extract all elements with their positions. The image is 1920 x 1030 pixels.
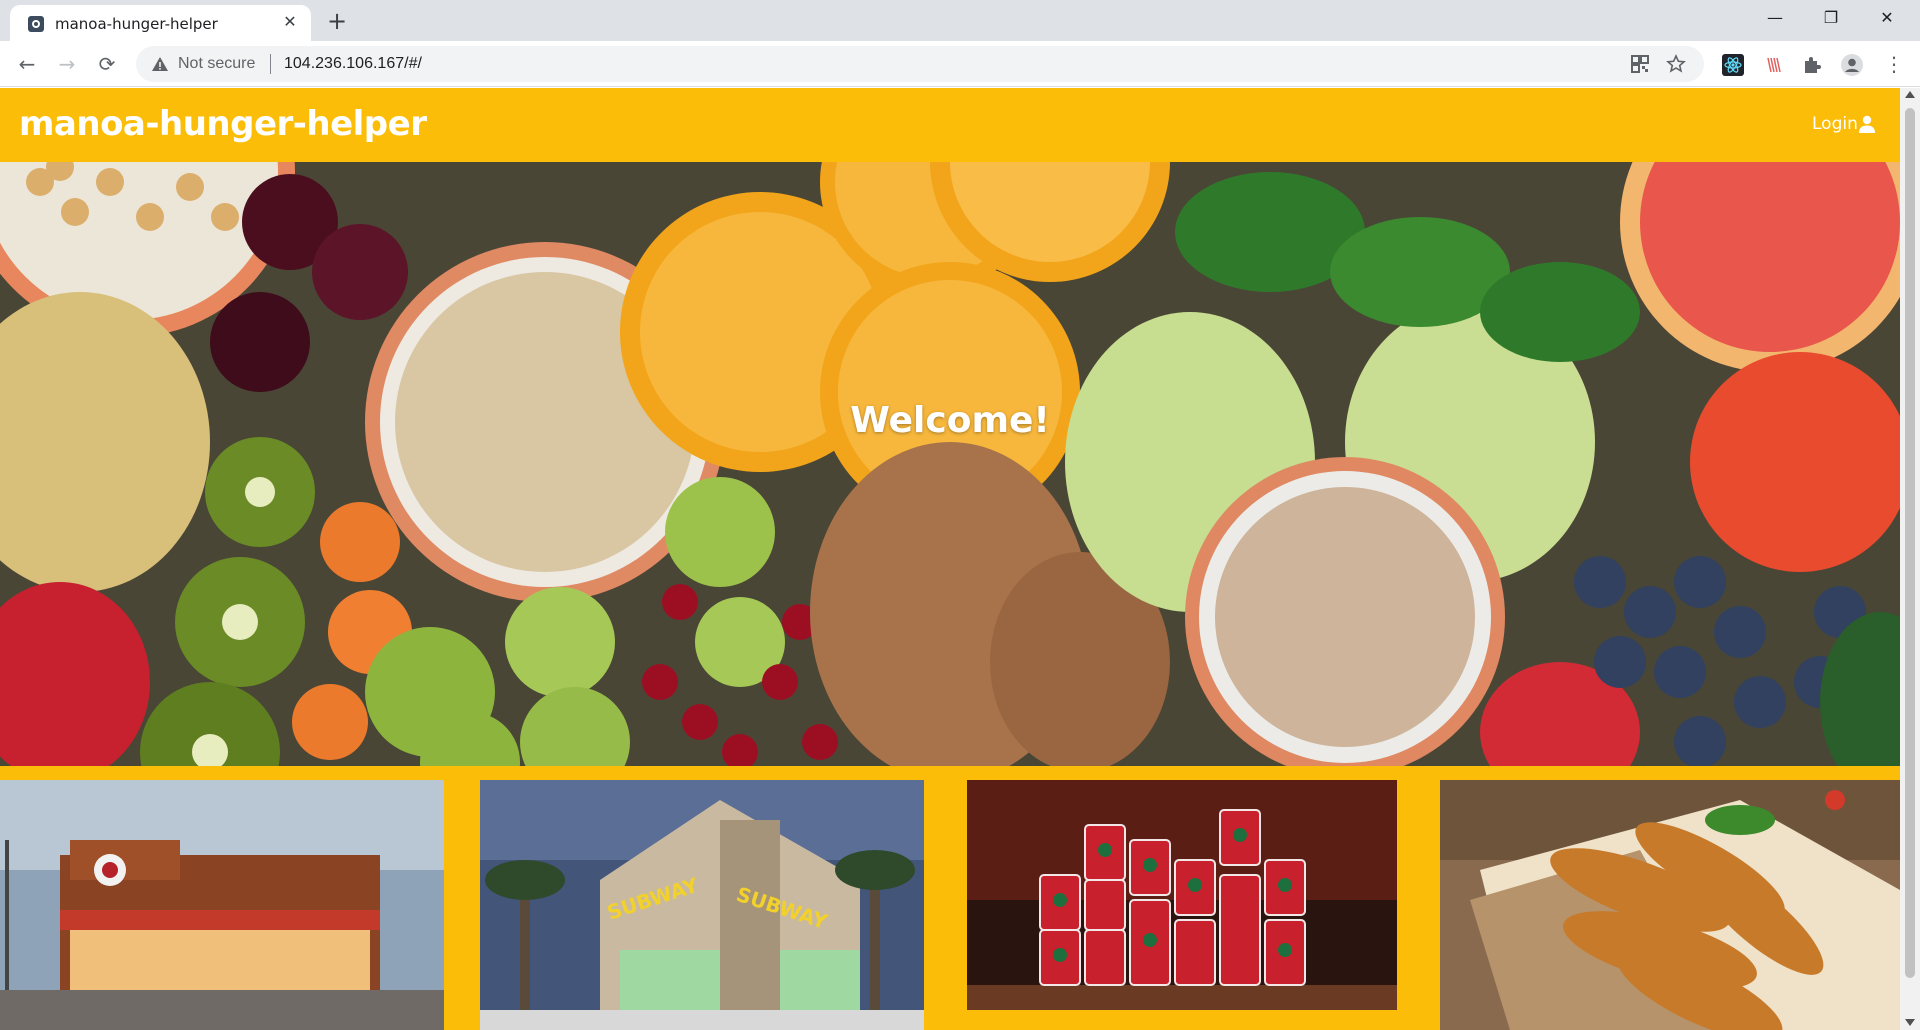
react-devtools-icon[interactable] bbox=[1722, 54, 1744, 76]
chicken-tenders-image bbox=[1440, 780, 1900, 1030]
profile-avatar-icon[interactable] bbox=[1841, 54, 1863, 76]
close-window-button[interactable]: ✕ bbox=[1859, 0, 1915, 36]
browser-tab[interactable]: manoa-hunger-helper ✕ bbox=[10, 5, 311, 41]
brand-title[interactable]: manoa-hunger-helper bbox=[19, 104, 427, 144]
bookmark-star-icon[interactable] bbox=[1666, 54, 1686, 74]
new-tab-button[interactable]: + bbox=[323, 7, 351, 35]
subway-store-image: SUBWAY SUBWAY bbox=[480, 780, 924, 1030]
forward-button[interactable]: → bbox=[52, 49, 82, 79]
scroll-down-icon[interactable] bbox=[1905, 1019, 1915, 1026]
hero-banner: Welcome! bbox=[0, 162, 1900, 766]
reload-button[interactable]: ⟳ bbox=[92, 49, 122, 79]
url-text[interactable]: 104.236.106.167/#/ bbox=[284, 55, 422, 73]
restaurant-card-4[interactable] bbox=[1440, 780, 1900, 1030]
extension-stripes-icon[interactable] bbox=[1762, 54, 1784, 76]
minimize-button[interactable]: — bbox=[1747, 0, 1803, 36]
browser-tabstrip: manoa-hunger-helper ✕ + — ❐ ✕ bbox=[0, 0, 1920, 41]
restore-button[interactable]: ❐ bbox=[1803, 0, 1859, 36]
address-bar[interactable]: Not secure 104.236.106.167/#/ bbox=[136, 46, 1704, 82]
warning-icon[interactable] bbox=[151, 55, 169, 73]
extensions-puzzle-icon[interactable] bbox=[1801, 54, 1823, 76]
starbucks-cups-image bbox=[960, 780, 1404, 1030]
page-scrollbar[interactable] bbox=[1900, 88, 1920, 1030]
security-label: Not secure bbox=[178, 55, 256, 72]
restaurant-exterior-image bbox=[0, 780, 444, 1030]
site-navbar: manoa-hunger-helper Login bbox=[0, 88, 1900, 162]
qr-code-icon[interactable] bbox=[1630, 54, 1650, 74]
scroll-up-icon[interactable] bbox=[1905, 91, 1915, 98]
favicon-icon bbox=[28, 16, 44, 32]
food-collage-image bbox=[0, 162, 1900, 766]
browser-toolbar: ← → ⟳ Not secure 104.236.106.167/#/ ⋮ bbox=[0, 41, 1920, 87]
user-icon[interactable] bbox=[1858, 115, 1876, 133]
restaurant-card-2[interactable]: SUBWAY SUBWAY bbox=[480, 780, 924, 1030]
welcome-heading: Welcome! bbox=[850, 400, 1050, 441]
scrollbar-thumb[interactable] bbox=[1905, 108, 1915, 978]
tab-close-icon[interactable]: ✕ bbox=[280, 13, 300, 33]
back-button[interactable]: ← bbox=[12, 49, 42, 79]
restaurant-card-3[interactable] bbox=[960, 780, 1404, 1030]
restaurant-card-1[interactable] bbox=[0, 780, 444, 1030]
tab-title: manoa-hunger-helper bbox=[55, 15, 218, 33]
login-link[interactable]: Login bbox=[1812, 114, 1858, 134]
web-page: manoa-hunger-helper Login Welcome! SUBWA… bbox=[0, 88, 1900, 1030]
omnibox-divider bbox=[270, 54, 271, 74]
chrome-menu-button[interactable]: ⋮ bbox=[1879, 49, 1909, 79]
